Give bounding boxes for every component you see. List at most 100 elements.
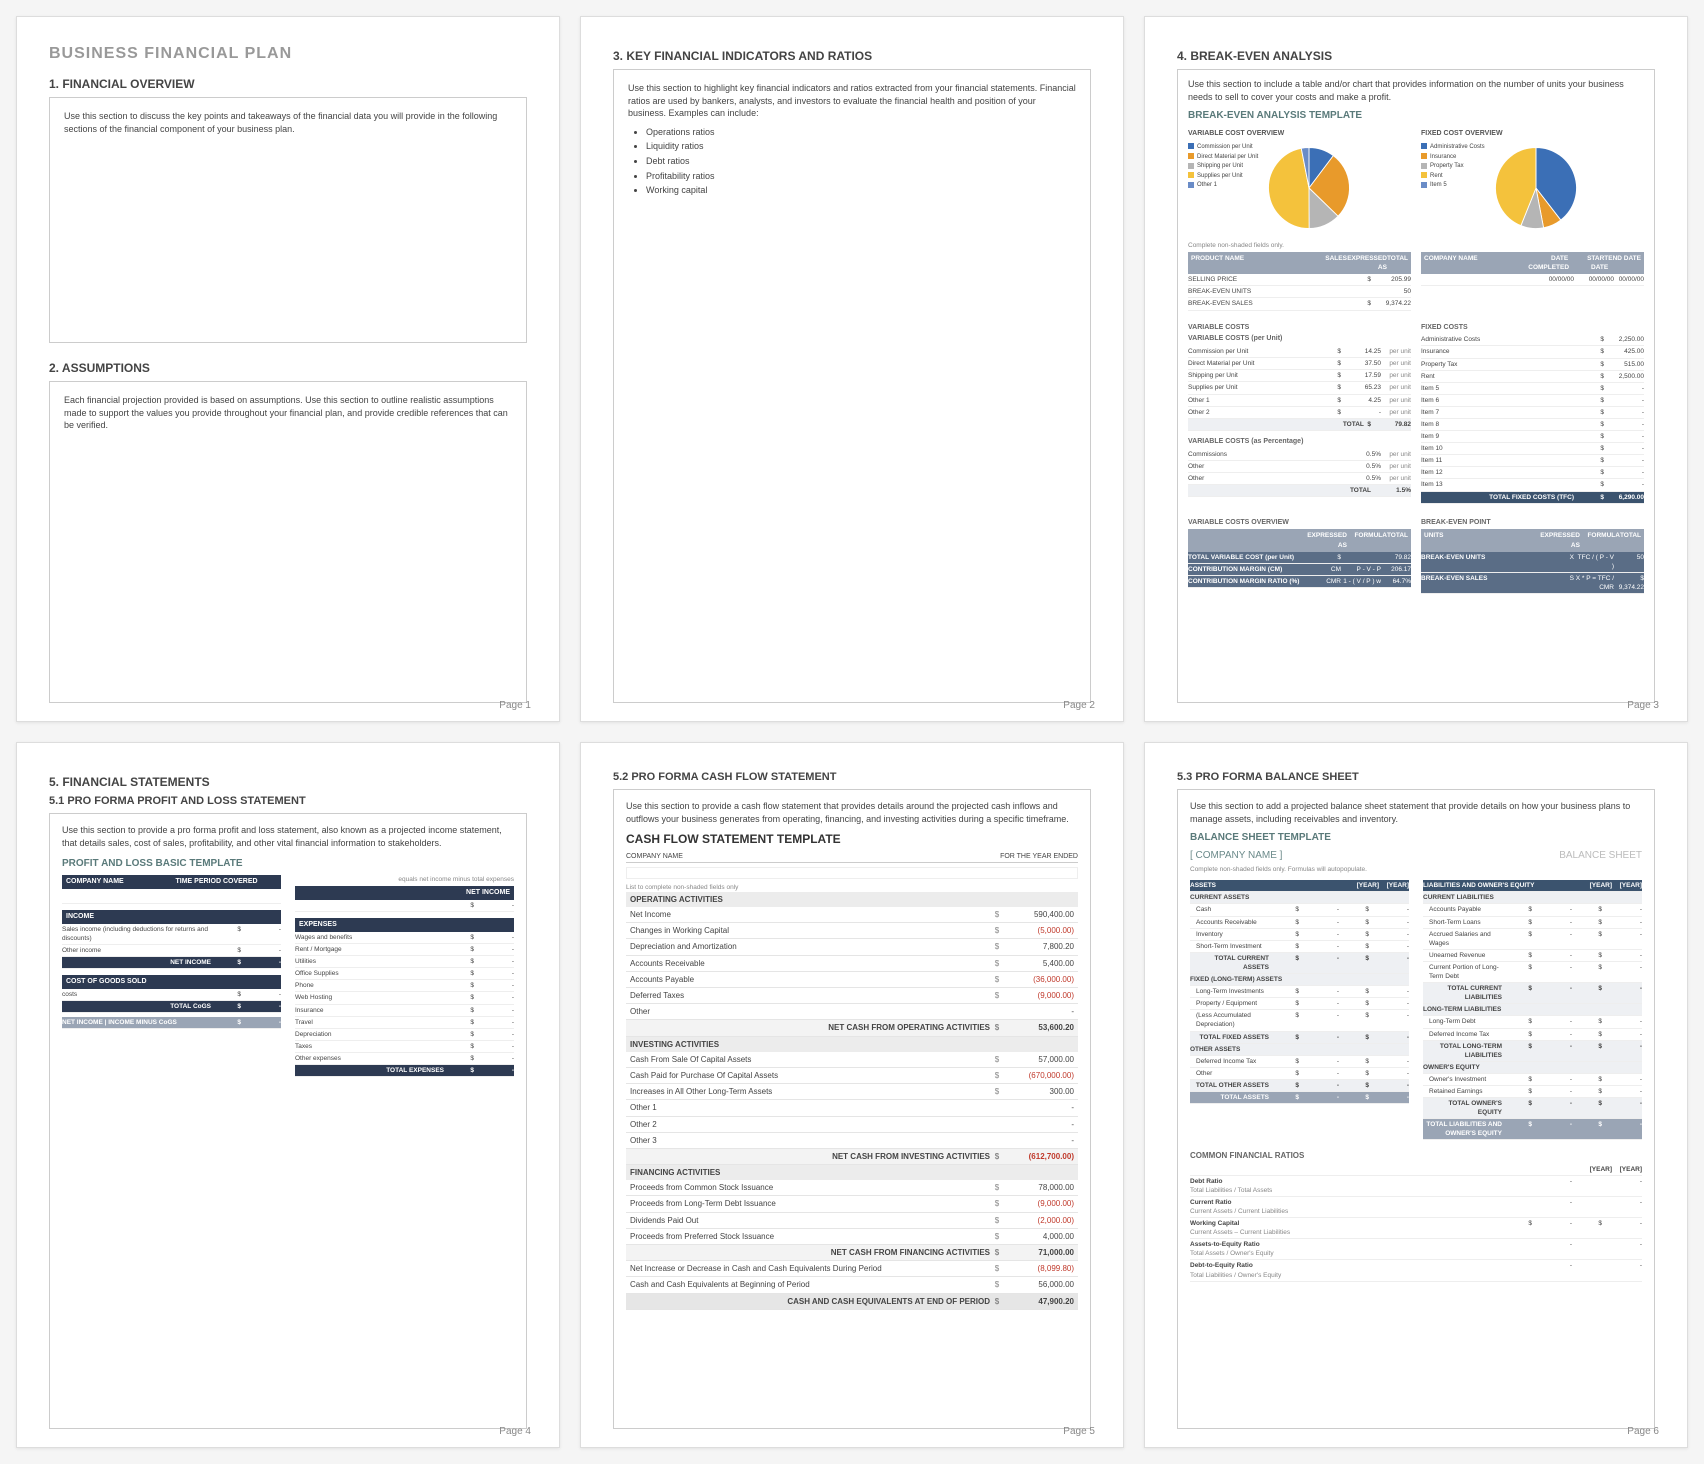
table-row: Current Portion of Long-Term Debt$-$- <box>1423 962 1642 983</box>
section-3-box: Use this section to highlight key financ… <box>613 69 1091 703</box>
table-row: Dividends Paid Out$(2,000.00) <box>626 1213 1078 1229</box>
table-row: Accrued Salaries and Wages$-$- <box>1423 929 1642 950</box>
table-row: Travel$- <box>295 1017 514 1029</box>
bs-liab-col: LIABILITIES AND OWNER'S EQUITY[YEAR][YEA… <box>1423 880 1642 1140</box>
table-row: Direct Material per Unit$37.50per unit <box>1188 358 1411 370</box>
pie2-title: FIXED COST OVERVIEW <box>1421 129 1644 139</box>
table-row: Cash$-$- <box>1190 904 1409 916</box>
table-row: costs$- <box>62 989 281 1001</box>
col: TIME PERIOD COVERED <box>172 875 282 889</box>
cell: $ <box>990 1263 1004 1274</box>
section-3-title: 3. KEY FINANCIAL INDICATORS AND RATIOS <box>613 49 1091 63</box>
section-2-title: 2. ASSUMPTIONS <box>49 361 527 375</box>
note: Complete non-shaded fields only. Formula… <box>1190 865 1642 874</box>
table-row: Inventory$-$- <box>1190 929 1409 941</box>
label: FOR THE YEAR ENDED <box>978 852 1078 863</box>
table-row: Commission per Unit$14.25per unit <box>1188 346 1411 358</box>
pie1-title: VARIABLE COST OVERVIEW <box>1188 129 1411 139</box>
label: NET INCOME <box>62 958 211 967</box>
table-row: Item 6$- <box>1421 395 1644 407</box>
pl-left: COMPANY NAME TIME PERIOD COVERED INCOME … <box>62 875 281 1077</box>
page-number: Page 4 <box>499 1426 531 1437</box>
cell: $ <box>990 1296 1004 1307</box>
cell: (8,099.80) <box>1004 1263 1074 1274</box>
section-5-2-title: 5.2 PRO FORMA CASH FLOW STATEMENT <box>613 771 1091 783</box>
table-row: Other income$- <box>62 945 281 957</box>
section-3-text: Use this section to highlight key financ… <box>628 83 1076 118</box>
label: COMPANY NAME <box>626 852 978 863</box>
table-row: Working CapitalCurrent Assets – Current … <box>1190 1218 1642 1239</box>
table-row: Other0.5%per unit <box>1188 473 1411 485</box>
label: TOTAL FIXED COSTS (TFC) <box>1421 493 1574 502</box>
section-5-1-title: 5.1 PRO FORMA PROFIT AND LOSS STATEMENT <box>49 795 527 807</box>
table-row: Taxes$- <box>295 1041 514 1053</box>
list-item: Debt ratios <box>646 155 1076 168</box>
table-row: Item 11$- <box>1421 455 1644 467</box>
col: START DATE <box>1568 254 1608 272</box>
table-row: Retained Earnings$-$- <box>1423 1086 1642 1098</box>
cf-box: Use this section to provide a cash flow … <box>613 789 1091 1429</box>
table-row: Other 1$4.25per unit <box>1188 395 1411 407</box>
table-row: Cash From Sale Of Capital Assets$57,000.… <box>626 1052 1078 1068</box>
label: TOTAL EXPENSES <box>295 1066 444 1075</box>
page-6: 5.3 PRO FORMA BALANCE SHEET Use this sec… <box>1144 742 1688 1448</box>
table-row: CONTRIBUTION MARGIN RATIO (%)CMR1 - ( V … <box>1188 576 1411 588</box>
table-row: Owner's Investment$-$- <box>1423 1074 1642 1086</box>
table-row: SELLING PRICE$205.99 <box>1188 274 1411 286</box>
section-4-title: 4. BREAK-EVEN ANALYSIS <box>1177 49 1655 63</box>
cell: 1.5% <box>1371 486 1411 495</box>
page-5: 5.2 PRO FORMA CASH FLOW STATEMENT Use th… <box>580 742 1124 1448</box>
cell: $ <box>990 1247 1004 1258</box>
table-row: Item 12$- <box>1421 467 1644 479</box>
table-row: Item 7$- <box>1421 407 1644 419</box>
cell: 00/00/00 <box>1574 275 1614 284</box>
col: EXPRESSED AS <box>1347 254 1387 272</box>
label: EXPENSES <box>295 918 514 932</box>
table-row: Phone$- <box>295 980 514 992</box>
label: VARIABLE COSTS (per Unit) <box>1188 334 1411 344</box>
label: VARIABLE COSTS (as Percentage) <box>1188 437 1411 447</box>
table-row: Debt RatioTotal Liabilities / Total Asse… <box>1190 1176 1642 1197</box>
variable-costs-col: VARIABLE COSTS VARIABLE COSTS (per Unit)… <box>1188 317 1411 504</box>
pl-box: Use this section to provide a pro forma … <box>49 813 527 1429</box>
table-row: Other 3- <box>626 1133 1078 1149</box>
table-row: (Less Accumulated Depreciation)$-$- <box>1190 1010 1409 1031</box>
page-3: 4. BREAK-EVEN ANALYSIS Use this section … <box>1144 16 1688 722</box>
cell: 56,000.00 <box>1004 1279 1074 1290</box>
ratio-bullets: Operations ratios Liquidity ratios Debt … <box>646 126 1076 197</box>
table-row: Accounts Payable$-$- <box>1423 904 1642 916</box>
list-item: Working capital <box>646 184 1076 197</box>
label: COST OF GOODS SOLD <box>62 975 281 989</box>
label: NET INCOME | INCOME MINUS CoGS <box>62 1018 211 1027</box>
table-row: Current RatioCurrent Assets / Current Li… <box>1190 1197 1642 1218</box>
col: PRODUCT NAME <box>1191 254 1307 272</box>
table-row: Accounts Receivable$-$- <box>1190 917 1409 929</box>
bs-box: Use this section to add a projected bala… <box>1177 789 1655 1429</box>
table-row: Depreciation and Amortization$7,800.20 <box>626 939 1078 955</box>
page-2: 3. KEY FINANCIAL INDICATORS AND RATIOS U… <box>580 16 1124 722</box>
table-row: Item 8$- <box>1421 419 1644 431</box>
table-row: Item 13$- <box>1421 479 1644 491</box>
variable-cost-pie-icon <box>1264 143 1354 233</box>
label: Cash and Cash Equivalents at Beginning o… <box>630 1279 990 1290</box>
col: SALES <box>1307 254 1347 272</box>
page-number: Page 3 <box>1627 700 1659 711</box>
section-1-box: Use this section to discuss the key poin… <box>49 97 527 343</box>
section-4-box: Use this section to include a table and/… <box>1177 69 1655 703</box>
cell: 71,000.00 <box>1004 1247 1074 1258</box>
bs-assets-col: ASSETS[YEAR][YEAR]CURRENT ASSETSCash$-$-… <box>1190 880 1409 1140</box>
table-row: Proceeds from Preferred Stock Issuance$4… <box>626 1229 1078 1245</box>
cell: (612,700.00) <box>1004 1151 1074 1162</box>
table-row: Rent / Mortgage$- <box>295 944 514 956</box>
table-row: Wages and benefits$- <box>295 932 514 944</box>
table-row: Deferred Income Tax$-$- <box>1423 1029 1642 1041</box>
page-1: BUSINESS FINANCIAL PLAN 1. FINANCIAL OVE… <box>16 16 560 722</box>
table-row: Item 5$- <box>1421 383 1644 395</box>
table-row: BREAK-EVEN UNITS50 <box>1188 286 1411 298</box>
label: NET CASH FROM INVESTING ACTIVITIES <box>630 1151 990 1162</box>
col: FORMULA <box>1580 531 1620 549</box>
note: List to complete non-shaded fields only <box>626 883 1078 892</box>
table-row: Rent$2,500.00 <box>1421 371 1644 383</box>
company-name: [ COMPANY NAME ] <box>1190 849 1559 863</box>
table-row: CONTRIBUTION MARGIN (CM)CMP - V - P206.1… <box>1188 564 1411 576</box>
